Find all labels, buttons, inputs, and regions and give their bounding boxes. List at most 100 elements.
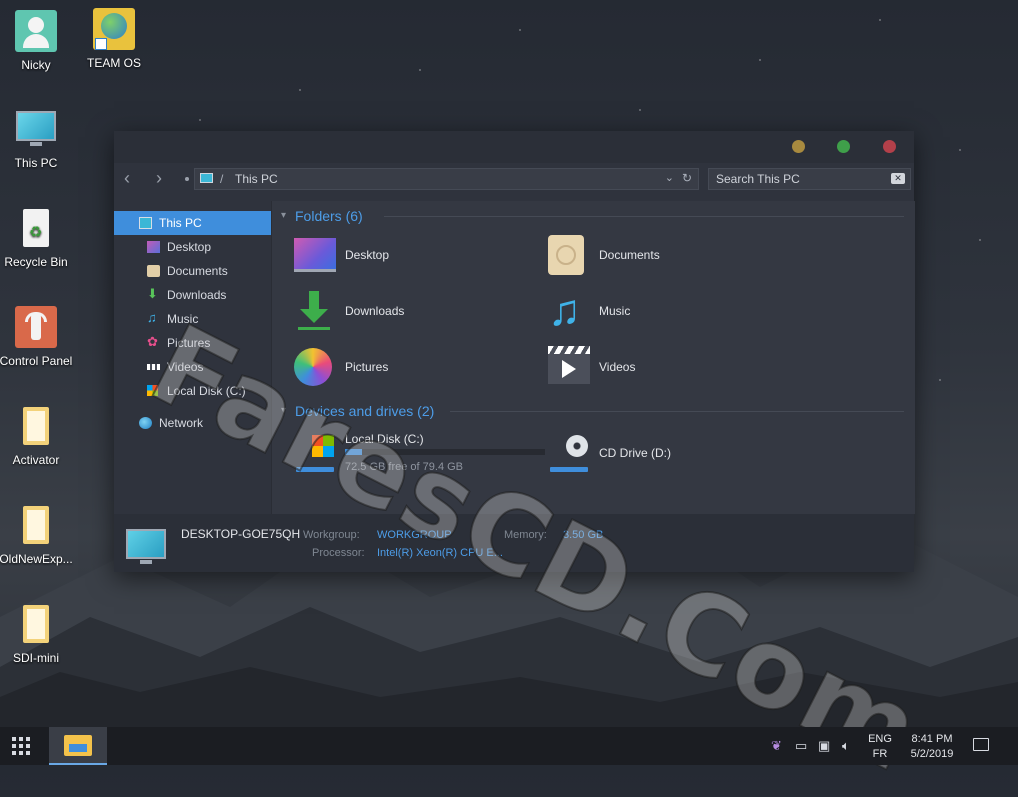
folder-icon <box>15 504 57 546</box>
search-input[interactable]: Search This PC ✕ <box>708 168 911 190</box>
sidebar-item-desktop[interactable]: Desktop <box>114 235 271 259</box>
notification-icon[interactable] <box>973 738 989 751</box>
clear-icon[interactable]: ✕ <box>891 173 905 184</box>
devices-group-header[interactable]: ▾ Devices and drives (2) <box>281 403 435 419</box>
folder-label: Videos <box>599 360 636 374</box>
windows-drive-icon <box>294 431 336 475</box>
user-icon <box>15 10 57 52</box>
sidebar-item-label: Music <box>167 312 199 326</box>
battery-icon[interactable]: ▭ <box>795 738 807 754</box>
sidebar-item-pictures[interactable]: ✿ Pictures <box>114 331 271 355</box>
maximize-button[interactable] <box>837 140 850 153</box>
network-icon <box>139 417 152 429</box>
desktop-icon-label: Activator <box>12 453 60 467</box>
folder-label: Desktop <box>345 248 390 262</box>
taskbar: ❦ ▭ ▣ 🔈︎ ENG FR 8:41 PM 5/2/2019 <box>0 727 1018 765</box>
document-icon <box>548 235 584 275</box>
recent-locations-icon[interactable] <box>185 177 189 181</box>
sidebar-item-network[interactable]: Network <box>114 411 271 435</box>
drive-tile-local-disk[interactable]: Local Disk (C:) 72.5 GB free of 79.4 GB <box>294 429 554 477</box>
desktop-icon <box>147 241 160 253</box>
group-title: Folders (6) <box>295 208 363 224</box>
monitor-icon <box>15 108 57 150</box>
desktop-icon-this-pc[interactable]: This PC <box>0 108 74 170</box>
computer-name: DESKTOP-GOE75QH <box>181 527 301 541</box>
volume-icon[interactable]: 🔈︎ <box>842 738 850 754</box>
desktop-icon-label: Recycle Bin <box>4 255 68 269</box>
chevron-down-icon[interactable]: ⌄ <box>665 171 674 184</box>
drive-label: Local Disk (C:) <box>345 432 424 446</box>
monitor-icon <box>139 217 152 229</box>
folder-tile-downloads[interactable]: Downloads <box>294 287 534 335</box>
download-icon <box>294 291 336 331</box>
language-code: ENG <box>868 733 892 745</box>
music-icon: ♫ <box>548 286 581 335</box>
network-icon[interactable]: ▣ <box>818 738 830 754</box>
clock[interactable]: 8:41 PM 5/2/2019 <box>903 732 961 762</box>
sidebar-item-label: Desktop <box>167 240 212 254</box>
search-placeholder: Search This PC <box>716 172 800 186</box>
start-grid-icon[interactable] <box>12 737 30 755</box>
drive-tile-cd-drive[interactable]: CD Drive (D:) <box>548 429 808 477</box>
keyboard-layout: FR <box>872 748 888 760</box>
details-pane: DESKTOP-GOE75QH Workgroup: WORKGROUP Mem… <box>114 514 914 572</box>
desktop-icon-nicky[interactable]: Nicky <box>0 10 74 72</box>
monitor-stand <box>140 560 152 564</box>
monitor-icon <box>200 173 213 183</box>
breadcrumb-this-pc[interactable]: This PC <box>235 172 278 186</box>
sidebar-item-downloads[interactable]: ⬇ Downloads <box>114 283 271 307</box>
window-titlebar[interactable] <box>114 131 914 163</box>
back-arrow-icon[interactable]: ‹ <box>124 169 130 187</box>
desktop-icon-control-panel[interactable]: Control Panel <box>0 306 74 368</box>
document-icon <box>147 265 160 277</box>
sidebar-item-music[interactable]: ♫ Music <box>114 307 271 331</box>
desktop-icon <box>294 238 336 272</box>
folder-tile-videos[interactable]: Videos <box>548 343 788 391</box>
folder-label: Documents <box>599 248 660 262</box>
forward-arrow-icon[interactable]: › <box>156 169 162 187</box>
sidebar-item-label: This PC <box>159 216 202 230</box>
desktop-icon-label: This PC <box>14 156 58 170</box>
sidebar-item-local-disk[interactable]: Local Disk (C:) <box>114 379 271 403</box>
control-panel-icon <box>15 306 57 348</box>
memory-label: Memory: <box>504 529 547 541</box>
taskbar-file-explorer-button[interactable] <box>49 727 107 765</box>
language-indicator[interactable]: ENG FR <box>868 732 892 762</box>
folder-tile-documents[interactable]: Documents <box>548 231 788 279</box>
minimize-button[interactable] <box>792 140 805 153</box>
memory-value: 3.50 GB <box>563 529 604 541</box>
chevron-down-icon: ▾ <box>281 210 287 221</box>
clock-date: 5/2/2019 <box>910 748 954 760</box>
navigation-bar: ‹ › / This PC ⌄ ↻ Search This PC ✕ <box>114 163 914 195</box>
folder-tile-pictures[interactable]: Pictures <box>294 343 534 391</box>
desktop-icon-sdi-mini[interactable]: SDI-mini <box>0 603 74 665</box>
sidebar-item-label: Downloads <box>167 288 227 302</box>
sidebar-item-label: Local Disk (C:) <box>167 384 246 398</box>
clock-time: 8:41 PM <box>911 733 953 745</box>
folder-tile-desktop[interactable]: Desktop <box>294 231 534 279</box>
close-button[interactable] <box>883 140 896 153</box>
monitor-icon <box>126 529 166 559</box>
videos-icon <box>147 364 160 370</box>
pictures-icon <box>294 348 332 386</box>
sidebar-item-this-pc[interactable]: This PC <box>114 211 271 235</box>
desktop-icon-recycle-bin[interactable]: ♻ Recycle Bin <box>0 207 74 269</box>
drive-usage-fill <box>345 449 363 455</box>
videos-icon <box>548 346 590 384</box>
feather-icon[interactable]: ❦ <box>771 738 782 754</box>
sidebar-item-documents[interactable]: Documents <box>114 259 271 283</box>
folder-tile-music[interactable]: ♫ Music <box>548 287 788 335</box>
folder-icon <box>64 735 92 756</box>
desktop-icon-activator[interactable]: Activator <box>0 405 74 467</box>
address-bar[interactable]: / This PC ⌄ ↻ <box>194 168 699 190</box>
desktop-icon-team-os[interactable]: TEAM OS <box>76 8 152 70</box>
globe-shortcut-icon <box>93 8 135 50</box>
folder-label: Downloads <box>345 304 405 318</box>
desktop-icon-oldnewexp[interactable]: OldNewExp... <box>0 504 74 566</box>
sidebar-item-videos[interactable]: Videos <box>114 355 271 379</box>
folders-group-header[interactable]: ▾ Folders (6) <box>281 208 363 224</box>
recycle-bin-icon: ♻ <box>15 207 57 249</box>
desktop-icon-label: Control Panel <box>0 354 73 368</box>
refresh-icon[interactable]: ↻ <box>682 171 692 185</box>
group-title: Devices and drives (2) <box>295 403 435 419</box>
